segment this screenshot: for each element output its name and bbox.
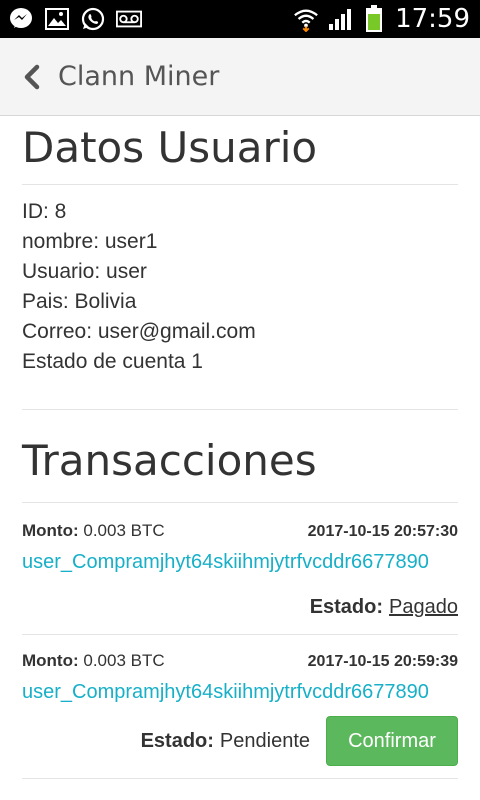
amount-label: Monto: bbox=[22, 521, 79, 540]
amount-value: 0.003 BTC bbox=[83, 651, 165, 670]
transaction-reference-link[interactable]: user_Compramjhyt64skiihmjytrfvcddr667789… bbox=[22, 551, 458, 574]
user-section-title: Datos Usuario bbox=[22, 123, 318, 172]
divider bbox=[22, 409, 458, 410]
whatsapp-icon bbox=[80, 6, 106, 32]
status-label: Estado: bbox=[140, 729, 214, 752]
email-line: Correo: user@gmail.com bbox=[22, 320, 256, 343]
battery-icon bbox=[361, 5, 387, 32]
chevron-left-icon bbox=[22, 63, 44, 91]
notification-icons bbox=[8, 6, 142, 32]
transaction-amount: Monto: 0.003 BTC bbox=[22, 521, 165, 541]
transaction-status-row: Estado: Pagado bbox=[22, 592, 458, 622]
status-value: Pendiente bbox=[219, 729, 310, 752]
user-id-line: ID: 8 bbox=[22, 200, 67, 223]
back-button[interactable]: Clann Miner bbox=[22, 60, 219, 94]
user-info-list: ID: 8 nombre: user1 Usuario: user Pais: … bbox=[22, 197, 458, 377]
transaction-item: Monto: 0.003 BTC 2017-10-15 20:59:39 use… bbox=[22, 651, 458, 766]
transaction-status-row: Estado: Pendiente Confirmar bbox=[22, 716, 458, 766]
username-line: Usuario: user bbox=[22, 260, 147, 283]
account-status-line: Estado de cuenta 1 bbox=[22, 350, 203, 373]
transaction-header: Monto: 0.003 BTC 2017-10-15 20:57:30 bbox=[22, 521, 458, 541]
image-icon bbox=[44, 6, 70, 32]
divider bbox=[22, 634, 458, 635]
divider bbox=[22, 778, 458, 779]
app-title: Clann Miner bbox=[58, 61, 220, 92]
app-bar: Clann Miner bbox=[0, 38, 480, 116]
transaction-amount: Monto: 0.003 BTC bbox=[22, 651, 165, 671]
clock-time: 17:59 bbox=[395, 4, 470, 34]
transaction-date: 2017-10-15 20:59:39 bbox=[307, 653, 458, 670]
wifi-icon bbox=[293, 6, 319, 32]
messenger-icon bbox=[8, 6, 34, 32]
status-paid-link[interactable]: Pagado bbox=[389, 596, 458, 619]
status-label: Estado: bbox=[309, 595, 384, 618]
signal-icon bbox=[327, 6, 353, 32]
confirm-button[interactable]: Confirmar bbox=[326, 716, 458, 766]
divider bbox=[22, 502, 458, 503]
country-line: Pais: Bolivia bbox=[22, 290, 137, 313]
user-name-line: nombre: user1 bbox=[22, 230, 158, 253]
transaction-item: Monto: 0.003 BTC 2017-10-15 20:57:30 use… bbox=[22, 521, 458, 622]
voicemail-icon bbox=[116, 6, 142, 32]
transaction-date: 2017-10-15 20:57:30 bbox=[307, 523, 458, 540]
transaction-header: Monto: 0.003 BTC 2017-10-15 20:59:39 bbox=[22, 651, 458, 671]
amount-value: 0.003 BTC bbox=[83, 521, 165, 540]
status-bar: 17:59 bbox=[0, 0, 480, 38]
main-content: Datos Usuario ID: 8 nombre: user1 Usuari… bbox=[22, 116, 458, 779]
divider bbox=[22, 184, 458, 185]
amount-label: Monto: bbox=[22, 651, 79, 670]
system-status-icons: 17:59 bbox=[293, 0, 470, 38]
transaction-reference-link[interactable]: user_Compramjhyt64skiihmjytrfvcddr667789… bbox=[22, 681, 458, 704]
transactions-section-title: Transacciones bbox=[22, 436, 317, 485]
